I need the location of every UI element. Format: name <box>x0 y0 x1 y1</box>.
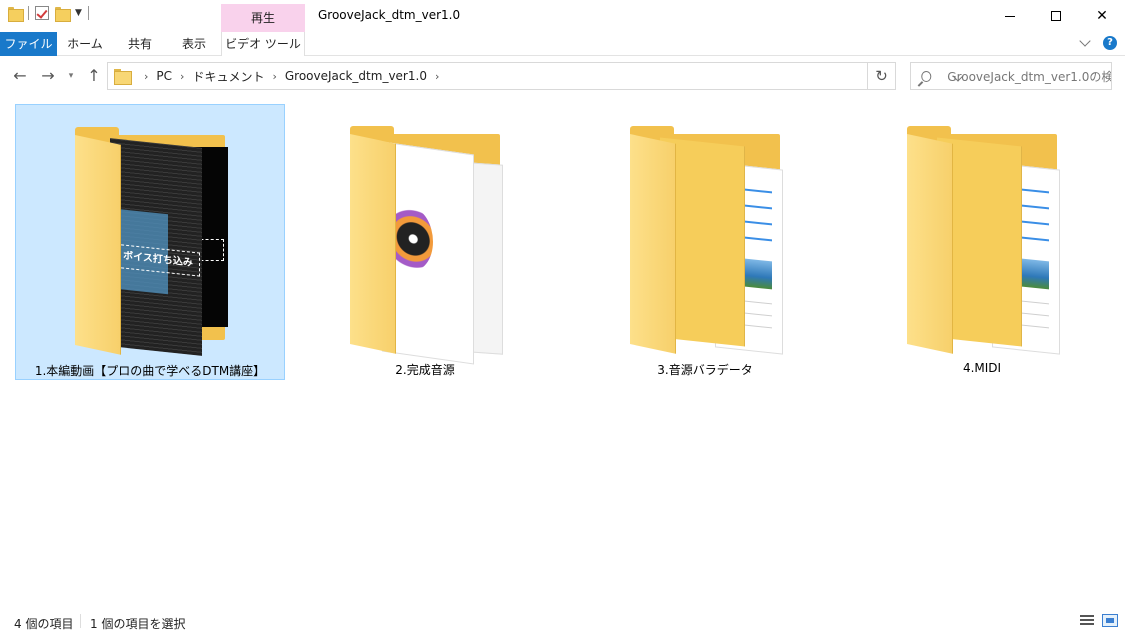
item-label: 2.完成音源 <box>395 363 455 377</box>
item-label: 3.音源バラデータ <box>657 363 753 377</box>
navigation-bar: ← → ▾ ↑ › PC › ドキュメント › GrooveJack_dtm_v… <box>0 56 1125 96</box>
breadcrumb-chevron-icon[interactable]: › <box>435 70 439 83</box>
ribbon-controls: ? <box>1079 35 1117 50</box>
details-view-icon[interactable] <box>1080 615 1094 627</box>
tab-view[interactable]: 表示 <box>167 32 221 56</box>
item-count: 4 個の項目 <box>14 617 74 631</box>
close-button[interactable]: ✕ <box>1079 0 1125 32</box>
selection-count: 1 個の項目を選択 <box>90 617 186 631</box>
breadcrumb-folder[interactable]: GrooveJack_dtm_ver1.0 <box>285 69 427 83</box>
folder-front <box>350 134 396 354</box>
folder-item[interactable]: 3.音源バラデータ <box>570 104 840 380</box>
recent-locations-icon[interactable]: ▾ <box>64 66 78 86</box>
breadcrumb-documents[interactable]: ドキュメント <box>192 68 264 85</box>
audio-folder-thumbnail <box>340 126 510 365</box>
up-button[interactable]: ↑ <box>84 66 104 86</box>
new-folder-icon[interactable] <box>55 6 71 22</box>
search-icon <box>921 70 932 82</box>
maximize-icon <box>1051 11 1061 21</box>
status-bar: 4 個の項目 1 個の項目を選択 <box>0 606 1125 635</box>
maximize-button[interactable] <box>1033 0 1079 32</box>
tab-file[interactable]: ファイル <box>0 32 57 56</box>
tab-video-tools[interactable]: ビデオ ツール <box>221 32 305 56</box>
breadcrumb-chevron-icon[interactable]: › <box>180 70 184 83</box>
breadcrumb-pc[interactable]: PC <box>156 69 172 83</box>
folder-front <box>630 134 676 354</box>
address-bar[interactable]: › PC › ドキュメント › GrooveJack_dtm_ver1.0 › <box>107 62 964 90</box>
back-button[interactable]: ← <box>10 66 30 86</box>
video-frame-front: ボイス打ち込み <box>110 138 202 356</box>
folder-front <box>907 134 953 354</box>
folder-thumbnail <box>620 126 790 355</box>
minimize-button[interactable] <box>987 0 1033 32</box>
folder-item[interactable]: ボイス打ち込み 1.本編動画【プロの曲で学べるDTM講座】 <box>15 104 285 380</box>
help-icon[interactable]: ? <box>1103 36 1117 50</box>
folder-icon[interactable] <box>8 6 24 22</box>
large-icons-view-icon[interactable] <box>1102 614 1118 627</box>
folder-item[interactable]: 2.完成音源 <box>290 104 560 380</box>
quick-access-toolbar: ▼ <box>8 6 89 22</box>
window-title: GrooveJack_dtm_ver1.0 <box>318 8 461 22</box>
expand-ribbon-icon[interactable] <box>1079 35 1091 47</box>
explorer-window: ▼ 再生 GrooveJack_dtm_ver1.0 ✕ ファイル ホーム 共有… <box>0 0 1125 635</box>
breadcrumb-chevron-icon[interactable]: › <box>272 70 276 83</box>
item-label: 4.MIDI <box>962 361 1002 375</box>
video-folder-thumbnail: ボイス打ち込み <box>65 127 235 356</box>
properties-icon[interactable] <box>35 6 49 20</box>
toolbar-separator <box>87 6 89 20</box>
folder-front <box>75 135 121 355</box>
folder-item[interactable]: 4.MIDI <box>847 104 1117 380</box>
tab-share[interactable]: 共有 <box>113 32 167 56</box>
item-label: 1.本編動画【プロの曲で学べるDTM講座】 <box>34 364 266 378</box>
search-placeholder: GrooveJack_dtm_ver1.0の検索 <box>947 69 1111 84</box>
customize-toolbar-icon[interactable]: ▼ <box>75 8 82 18</box>
file-list: ボイス打ち込み 1.本編動画【プロの曲で学べるDTM講座】 2.完成音源 3.音… <box>0 96 1125 606</box>
refresh-button[interactable]: ↻ <box>868 62 896 90</box>
status-separator <box>80 614 81 628</box>
contextual-tab-play: 再生 <box>221 4 305 32</box>
search-input[interactable]: GrooveJack_dtm_ver1.0の検索 <box>910 62 1112 90</box>
folder-thumbnail <box>897 126 1067 355</box>
folder-icon <box>114 69 132 85</box>
ribbon-tabs: ファイル ホーム 共有 表示 ビデオ ツール ? <box>0 32 1125 56</box>
close-icon: ✕ <box>1096 8 1108 24</box>
forward-button[interactable]: → <box>38 66 58 86</box>
toolbar-separator <box>28 6 29 20</box>
tab-home[interactable]: ホーム <box>57 32 113 56</box>
minimize-icon <box>1005 15 1015 17</box>
breadcrumb-chevron-icon[interactable]: › <box>144 70 148 83</box>
title-bar: ▼ 再生 GrooveJack_dtm_ver1.0 ✕ <box>0 0 1125 32</box>
